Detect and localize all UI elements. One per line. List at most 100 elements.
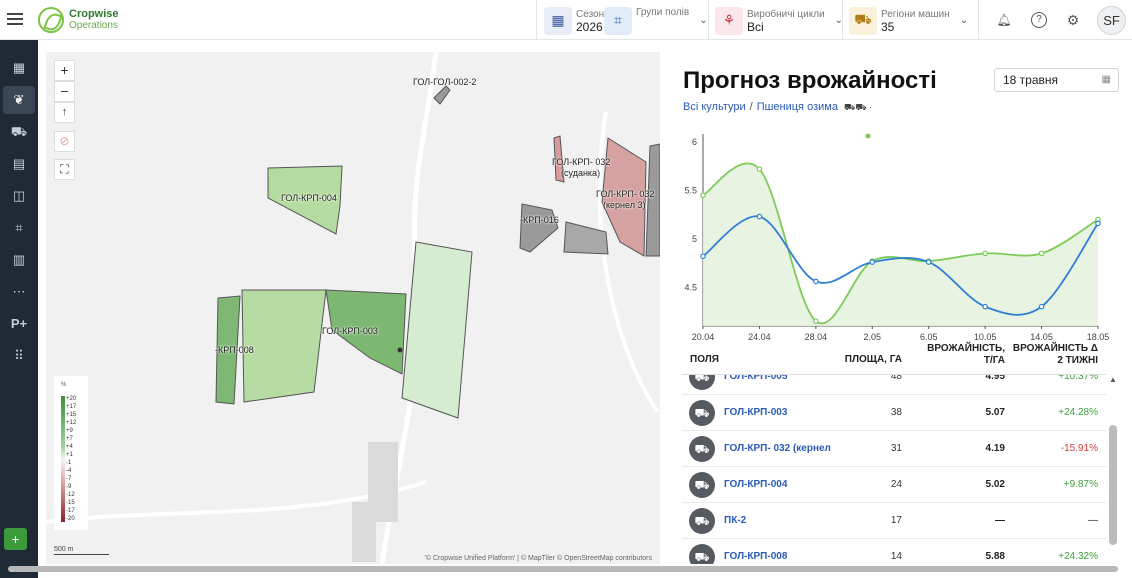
- more-icon[interactable]: ⋯: [3, 278, 35, 306]
- crumb-crop[interactable]: Пшениця озима: [757, 101, 838, 113]
- field-area: 24: [890, 479, 902, 490]
- logo[interactable]: Cropwise Operations: [38, 7, 119, 33]
- field-yield: 5.02: [985, 479, 1005, 490]
- scale-bar: 500 m: [54, 546, 109, 555]
- field-gol-gol-002-2: [433, 85, 451, 105]
- legend-dot: [865, 133, 871, 139]
- data-point: [982, 303, 988, 310]
- compass-button[interactable]: ↑: [54, 102, 75, 123]
- machine-regions-selector[interactable]: ⛟ Регіони машин 35 ⌄: [849, 6, 968, 35]
- season-label: Сезон: [576, 8, 605, 20]
- cropwise-logo-icon: [38, 7, 64, 33]
- map-label: ГОЛ-КРП-004: [281, 193, 337, 203]
- date-picker[interactable]: 18 травня ▦: [994, 68, 1119, 92]
- legend-tick: +9: [66, 428, 73, 434]
- field-yield-delta: +24.32%: [1058, 551, 1098, 562]
- table-row[interactable]: ⛟ ГОЛ-КРП-004 24 5.02 +9.87%: [682, 467, 1106, 503]
- field-yield-delta: —: [1088, 515, 1098, 526]
- field-name[interactable]: ГОЛ-КРП-008: [724, 551, 787, 562]
- dashboard-icon[interactable]: ▦: [3, 54, 35, 82]
- legend-tick: +1: [66, 452, 73, 458]
- add-button[interactable]: +: [4, 528, 27, 550]
- zoom-in-button[interactable]: +: [54, 60, 75, 81]
- legend-unit: %: [61, 382, 67, 388]
- gear-icon[interactable]: ⚙: [1065, 12, 1081, 28]
- table-row[interactable]: ⛟ ГОЛ-КРП-003 38 5.07 +24.28%: [682, 395, 1106, 431]
- field-name[interactable]: ПК-2: [724, 515, 746, 526]
- legend-tick: +7: [66, 436, 73, 442]
- y-tick-label: 5.5: [684, 185, 697, 195]
- tractor-icon: ⛟: [689, 472, 715, 498]
- crop-icon[interactable]: ⌗: [3, 214, 35, 242]
- field-grey-1: [519, 203, 559, 253]
- table-header: ПОЛЯ ПЛОЩА, ГА ВРОЖАЙНІСТЬ, Т/ГА ВРОЖАЙН…: [682, 343, 1106, 375]
- reports-icon[interactable]: ▥: [3, 246, 35, 274]
- field-name[interactable]: ГОЛ-КРП-003: [724, 407, 787, 418]
- table-row[interactable]: ⛟ ПК-2 17 — —: [682, 503, 1106, 539]
- help-icon[interactable]: ?: [1031, 12, 1047, 28]
- field-groups-selector[interactable]: ⌗ Групи полів ⌄: [604, 6, 708, 35]
- legend-tick: +17: [66, 404, 77, 410]
- breadcrumb: Всі культури / Пшениця озима ⛟⛟ ·: [683, 101, 873, 113]
- map-attribution[interactable]: '© Cropwise Unified Platform' | © MapTil…: [425, 555, 652, 562]
- bell-icon[interactable]: 🔔︎: [996, 12, 1012, 28]
- tractor-icon: ⛟: [689, 400, 715, 426]
- horizontal-scrollbar[interactable]: [8, 566, 1118, 572]
- map-icon[interactable]: ◫: [3, 182, 35, 210]
- field-name[interactable]: ГОЛ-КРП-004: [724, 479, 787, 490]
- data-point: [813, 318, 819, 324]
- apps-icon[interactable]: ⠿: [3, 342, 35, 370]
- fields-table: ⛟ ГОЛ-КРП-005 48 4.95 +10.37% ⛟ ГОЛ-КРП-003 38 5…: [682, 375, 1106, 564]
- tractor-icon: ⛟: [689, 375, 715, 390]
- col-delta[interactable]: ВРОЖАЙНІСТЬ Δ 2 ТИЖНІ: [1012, 343, 1098, 367]
- col-fields[interactable]: ПОЛЯ: [690, 354, 719, 366]
- season-selector[interactable]: ▦ Сезон 2026: [544, 6, 604, 35]
- table-row[interactable]: ⛟ ГОЛ-КРП- 032 (кернел 31 4.19 -15.91%: [682, 431, 1106, 467]
- field-yield: —: [995, 515, 1005, 526]
- machine-regions-value: 35: [881, 19, 895, 34]
- cycles-label: Виробничі цикли: [747, 8, 825, 20]
- data-point: [700, 253, 706, 260]
- table-row[interactable]: ⛟ ГОЛ-КРП-005 48 4.95 +10.37%: [682, 375, 1106, 395]
- scroll-up-icon[interactable]: ▲: [1109, 375, 1117, 384]
- legend-tick: -15: [66, 500, 75, 506]
- legend-tick: +12: [66, 420, 77, 426]
- left-sidebar: ▦ ❦ ⛟ ▤ ◫ ⌗ ▥ ⋯ P+ ⠿ +: [0, 40, 38, 578]
- data-point: [813, 278, 819, 285]
- calendar-icon: ▦: [1101, 74, 1111, 85]
- x-tick-label: 18.05: [1087, 332, 1110, 342]
- data-point: [1038, 303, 1045, 310]
- top-bar: Cropwise Operations ▦ Сезон 2026 ⌗ Групи…: [0, 0, 1132, 40]
- legend-tick: +4: [66, 444, 73, 450]
- crumb-all-crops[interactable]: Всі культури: [683, 101, 746, 113]
- fullscreen-icon[interactable]: ⛶: [54, 159, 75, 180]
- map-legend: % +20 +17 +15 +12 +9 +7 +4 +1 -1 -4 -7 -9 -12 -15 -17 -…: [54, 376, 88, 530]
- y-tick-label: 6: [692, 137, 697, 147]
- legend-tick: -4: [66, 468, 72, 474]
- scroll-thumb[interactable]: [1109, 425, 1117, 545]
- cycles-selector[interactable]: ⚘ Виробничі цикли Всі ⌄: [715, 6, 843, 35]
- field-yield-delta: +9.87%: [1063, 479, 1098, 490]
- table-row[interactable]: ⛟ ГОЛ-КРП-008 14 5.88 +24.32%: [682, 539, 1106, 564]
- avatar[interactable]: SF: [1097, 6, 1126, 35]
- col-area[interactable]: ПЛОЩА, ГА: [832, 354, 902, 366]
- documents-icon[interactable]: ▤: [3, 150, 35, 178]
- machinery-icon[interactable]: ⛟: [3, 118, 35, 146]
- field-name[interactable]: ГОЛ-КРП- 032 (кернел: [724, 443, 831, 454]
- x-tick-label: 20.04: [692, 332, 715, 342]
- map-label: -КРП-008: [215, 345, 254, 355]
- fields-icon[interactable]: ❦: [3, 86, 35, 114]
- map-canvas[interactable]: [46, 52, 660, 564]
- x-tick-label: 14.05: [1030, 332, 1053, 342]
- menu-icon[interactable]: [7, 11, 23, 27]
- field-groups-icon: ⌗: [604, 6, 632, 35]
- col-yield[interactable]: ВРОЖАЙНІСТЬ, Т/ГА: [918, 343, 1005, 367]
- zoom-out-button[interactable]: −: [54, 81, 75, 102]
- legend-tick: -7: [66, 476, 72, 482]
- field-area: 31: [890, 443, 902, 454]
- map-view[interactable]: ГОЛ-ГОЛ-002-2 ГОЛ-КРП-004 ГОЛ-КРП- 032 (…: [46, 52, 660, 564]
- table-scrollbar[interactable]: ▲: [1109, 375, 1117, 564]
- field-name[interactable]: ГОЛ-КРП-005: [724, 375, 787, 382]
- plus-p-icon[interactable]: P+: [3, 310, 35, 338]
- draw-disabled-icon[interactable]: ⊘: [54, 131, 75, 152]
